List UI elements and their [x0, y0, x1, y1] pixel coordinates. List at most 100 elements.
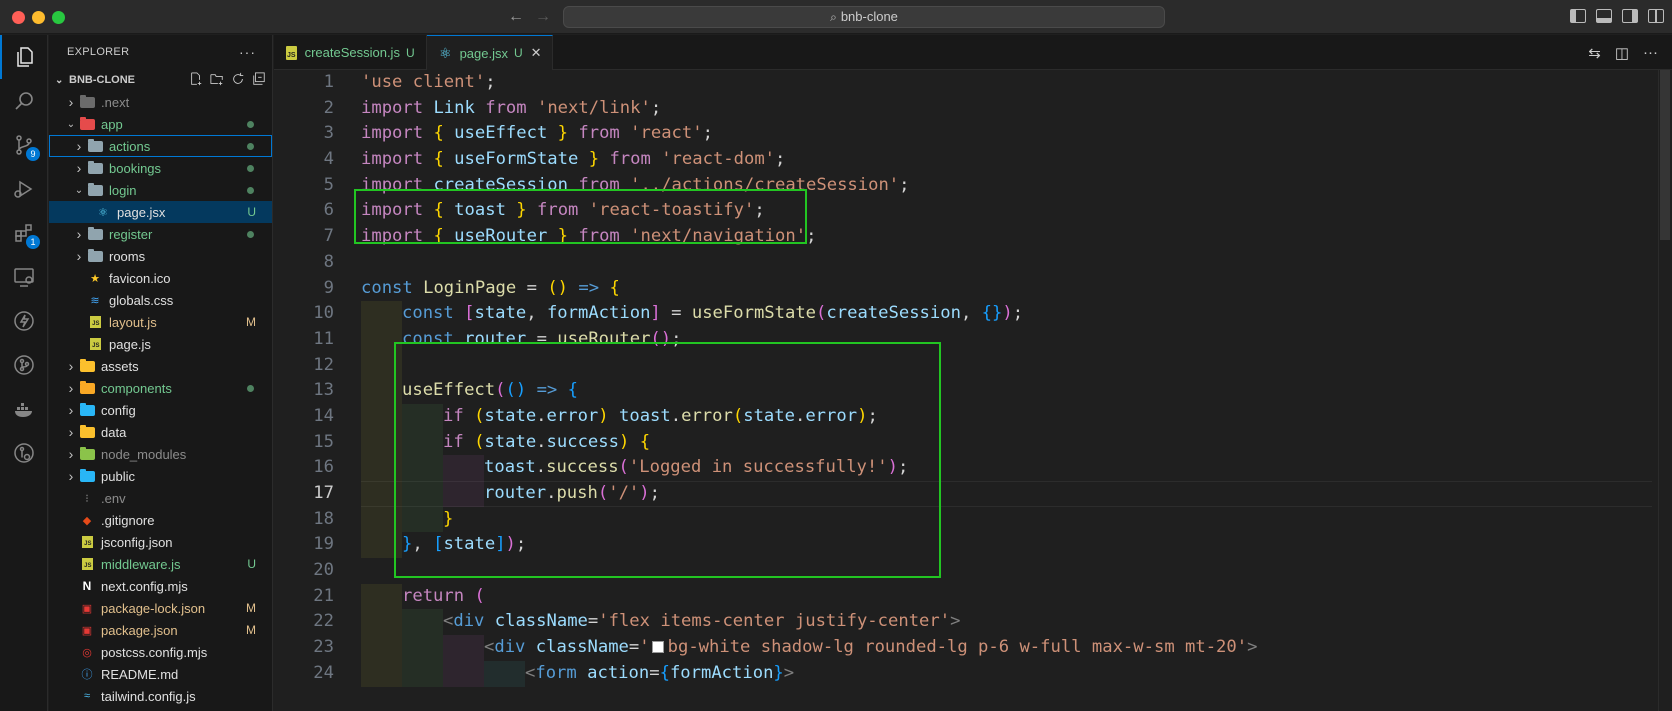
tree-item-favicon-ico[interactable]: ★ favicon.ico	[49, 267, 272, 289]
source-control-icon[interactable]: 9	[0, 123, 48, 167]
new-file-icon[interactable]	[189, 72, 203, 86]
tree-item-page-js[interactable]: JS page.js	[49, 333, 272, 355]
postcss-icon: ◎	[82, 646, 92, 659]
file-tree: › .next ⌄ app › actions › bookings ⌄ login ⚛ page.j…	[49, 91, 272, 707]
line-number: 3	[323, 123, 334, 144]
explorer-icon[interactable]	[0, 35, 48, 79]
more-actions-icon[interactable]: ···	[239, 44, 256, 60]
tree-item-login[interactable]: ⌄ login	[49, 179, 272, 201]
line-number: 8	[323, 251, 334, 272]
compare-changes-icon[interactable]: ⇆	[1588, 44, 1601, 62]
code-text	[361, 352, 402, 379]
tree-item-page-jsx[interactable]: ⚛ page.jsx U	[49, 201, 272, 223]
tree-item-rooms[interactable]: › rooms	[49, 245, 272, 267]
search-icon: ⌕	[830, 10, 837, 24]
minimize-window-button[interactable]	[32, 11, 45, 24]
split-editor-icon[interactable]: ◫	[1615, 44, 1629, 62]
toggle-panel-icon[interactable]	[1596, 9, 1612, 23]
line-number: 5	[323, 174, 334, 195]
tree-item-readme-md[interactable]: ⓘ README.md	[49, 663, 272, 685]
tree-item-label: register	[109, 226, 153, 242]
js-icon: JS	[87, 337, 103, 351]
tree-item-package-lock-json[interactable]: ▣ package-lock.json M	[49, 597, 272, 619]
scrollbar-thumb[interactable]	[1660, 70, 1670, 240]
tree-item-next[interactable]: › .next	[49, 91, 272, 113]
tab-label: page.jsx	[459, 45, 508, 61]
lightning-icon[interactable]	[0, 299, 48, 343]
tree-item-env[interactable]: ⁝ .env	[49, 487, 272, 509]
editor-scrollbar[interactable]	[1658, 70, 1672, 711]
tree-item-actions[interactable]: › actions	[49, 135, 272, 157]
next-folder-icon	[79, 94, 95, 109]
back-arrow-icon[interactable]: ←	[508, 8, 524, 26]
tree-item-node-modules[interactable]: › node_modules	[49, 443, 272, 465]
git-graph-icon[interactable]	[0, 343, 48, 387]
tree-item-postcss-config-mjs[interactable]: ◎ postcss.config.mjs	[49, 641, 272, 663]
tree-item-label: page.jsx	[117, 204, 166, 220]
line-number: 15	[313, 431, 334, 452]
close-tab-icon[interactable]: ✕	[531, 45, 542, 61]
code-editor[interactable]: 1 'use client'; 2 import Link from 'next/li…	[274, 70, 1672, 711]
git-status-letter: U	[247, 205, 256, 219]
code-line: 8	[274, 250, 1672, 276]
customize-layout-icon[interactable]	[1648, 9, 1664, 23]
code-line: 19}, [state]);	[274, 532, 1672, 559]
new-folder-icon[interactable]	[210, 72, 224, 86]
tree-item-jsconfig-json[interactable]: JS jsconfig.json	[49, 531, 272, 553]
git-status-letter: U	[247, 557, 256, 571]
code-line: 20	[274, 558, 1672, 584]
tree-item-next-config-mjs[interactable]: Nnext.config.mjs	[49, 575, 272, 597]
code-line: 6 import { toast } from 'react-toastify';	[274, 198, 1672, 224]
tree-item-gitignore[interactable]: ◆ .gitignore	[49, 509, 272, 531]
maximize-window-button[interactable]	[52, 11, 65, 24]
tree-item-label: actions	[109, 138, 151, 154]
extensions-icon[interactable]: 1	[0, 211, 48, 255]
folder-icon	[87, 248, 103, 263]
tree-item-register[interactable]: › register	[49, 223, 272, 245]
tab-createsession[interactable]: JS createSession.js U	[274, 35, 427, 70]
search-text: bnb-clone	[840, 9, 898, 24]
command-center-search[interactable]: ⌕ bnb-clone	[563, 6, 1165, 28]
close-window-button[interactable]	[12, 11, 25, 24]
tree-item-label: favicon.ico	[109, 270, 171, 286]
tree-item-config[interactable]: › config	[49, 399, 272, 421]
chevron-right-icon: ›	[68, 424, 74, 440]
code-line: 14 if (state.error) toast.error(state.err…	[274, 403, 1672, 430]
toggle-primary-sidebar-icon[interactable]	[1570, 9, 1586, 23]
gitlens-icon[interactable]	[0, 431, 48, 475]
docker-icon[interactable]	[0, 387, 48, 431]
tree-item-bookings[interactable]: › bookings	[49, 157, 272, 179]
tree-item-label: middleware.js	[101, 556, 181, 572]
react-icon: ⚛	[98, 206, 108, 219]
code-text: if (state.success) {	[361, 429, 650, 456]
forward-arrow-icon[interactable]: →	[535, 8, 551, 26]
tree-item-public[interactable]: › public	[49, 465, 272, 487]
tree-item-tailwind-config-js[interactable]: ≈ tailwind.config.js	[49, 685, 272, 707]
tree-item-app[interactable]: ⌄ app	[49, 113, 272, 135]
public-folder-icon	[79, 468, 95, 483]
line-number: 11	[313, 328, 334, 349]
line-number: 12	[313, 354, 334, 375]
remote-explorer-icon[interactable]	[0, 255, 48, 299]
git-status-letter: M	[246, 601, 256, 615]
search-icon[interactable]	[0, 79, 48, 123]
project-root[interactable]: ⌄ BNB-CLONE	[49, 69, 272, 91]
tree-item-layout-js[interactable]: JS layout.js M	[49, 311, 272, 333]
run-debug-icon[interactable]	[0, 167, 48, 211]
tree-item-globals-css[interactable]: ≋ globals.css	[49, 289, 272, 311]
refresh-icon[interactable]	[231, 72, 245, 86]
tree-item-middleware-js[interactable]: JS middleware.js U	[49, 553, 272, 575]
tree-item-label: .gitignore	[101, 512, 155, 528]
tab-page-jsx[interactable]: ⚛ page.jsx U ✕	[427, 35, 553, 70]
code-line: 3 import { useEffect } from 'react';	[274, 121, 1672, 147]
collapse-all-icon[interactable]	[252, 72, 266, 86]
tree-item-assets[interactable]: › assets	[49, 355, 272, 377]
tree-item-package-json[interactable]: ▣ package.json M	[49, 619, 272, 641]
tree-item-data[interactable]: › data	[49, 421, 272, 443]
more-editor-actions-icon[interactable]: ···	[1643, 44, 1658, 62]
react-icon: ⚛	[439, 44, 452, 61]
toggle-secondary-sidebar-icon[interactable]	[1622, 9, 1638, 23]
code-line: 5 import createSession from '../actions/c…	[274, 173, 1672, 199]
tree-item-components[interactable]: › components	[49, 377, 272, 399]
line-number: 16	[313, 457, 334, 478]
